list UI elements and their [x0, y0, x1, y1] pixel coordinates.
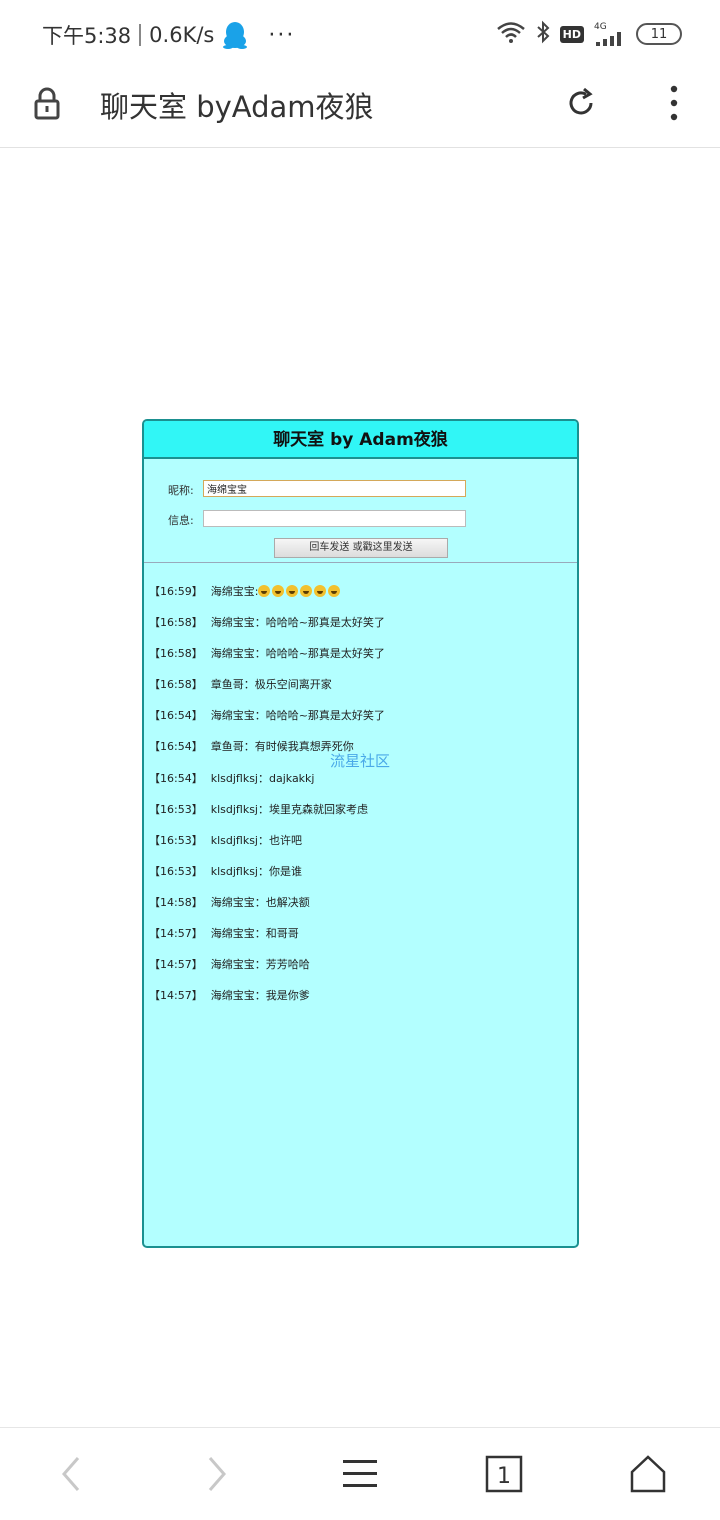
- chat-message: 【14:57】 海绵宝宝：芳芳哈哈: [144, 958, 577, 989]
- message-time: 【14:57】: [149, 958, 203, 972]
- chat-message: 【14:57】 海绵宝宝：和哥哥: [144, 927, 577, 958]
- message-list: 【16:59】 海绵宝宝: 【16:58】 海绵宝宝：哈哈哈~那真是太好笑了 【16:5…: [144, 563, 577, 1020]
- message-time: 【16:53】: [149, 833, 203, 847]
- menu-icon[interactable]: [340, 1454, 380, 1494]
- tabs-icon[interactable]: 1: [484, 1454, 524, 1494]
- network-type: 4G: [594, 22, 607, 32]
- back-arrow-icon[interactable]: [52, 1454, 92, 1494]
- message-input[interactable]: [203, 510, 466, 527]
- message-time: 【16:54】: [149, 740, 203, 754]
- cellular-signal-icon: 4G: [594, 22, 626, 46]
- message-text: klsdjflksj：dajkakkj: [210, 771, 315, 785]
- nickname-label: 昵称:: [168, 484, 194, 497]
- qq-penguin-icon: [222, 21, 248, 49]
- message-time: 【16:54】: [149, 709, 203, 723]
- chat-message: 【14:57】 海绵宝宝：我是你爹: [144, 989, 577, 1020]
- message-label: 信息:: [168, 514, 194, 527]
- message-time: 【16:58】: [149, 616, 203, 630]
- chat-message: 【16:58】 海绵宝宝：哈哈哈~那真是太好笑了: [144, 616, 577, 647]
- emoji-icon: [314, 585, 327, 597]
- page-title[interactable]: 聊天室 byAdam夜狼: [100, 84, 374, 126]
- message-text: klsdjflksj：你是谁: [210, 864, 302, 878]
- emoji-icon: [328, 585, 341, 597]
- more-notifications-icon: ···: [268, 22, 296, 48]
- message-time: 【16:54】: [149, 771, 203, 785]
- emoji-icon: [300, 585, 313, 597]
- forward-arrow-icon[interactable]: [196, 1454, 236, 1494]
- emoji-icon: [258, 585, 271, 597]
- watermark: 流星社区: [330, 752, 391, 770]
- message-text: 海绵宝宝：哈哈哈~那真是太好笑了: [210, 709, 385, 723]
- home-icon[interactable]: [628, 1454, 668, 1494]
- message-text: 海绵宝宝：我是你爹: [210, 989, 310, 1003]
- status-divider: [139, 24, 142, 46]
- message-text: 海绵宝宝:: [210, 585, 259, 598]
- message-time: 【16:53】: [149, 802, 203, 816]
- bluetooth-icon: [536, 20, 550, 48]
- chat-message: 【16:58】 海绵宝宝：哈哈哈~那真是太好笑了: [144, 647, 577, 678]
- message-text: 海绵宝宝：哈哈哈~那真是太好笑了: [210, 647, 385, 661]
- battery-level: 11: [650, 26, 668, 42]
- chat-message: 【16:54】 海绵宝宝：哈哈哈~那真是太好笑了: [144, 709, 577, 740]
- status-left: 下午5:38 0.6K/s ···: [42, 20, 295, 50]
- chat-message: 【16:53】 klsdjflksj：你是谁: [144, 865, 577, 896]
- browser-toolbar: 聊天室 byAdam夜狼: [0, 68, 720, 148]
- chat-message: 【16:53】 klsdjflksj：也许吧: [144, 834, 577, 865]
- chat-form: 昵称: 信息: 回车发送 或戳这里发送: [144, 459, 577, 563]
- reload-icon[interactable]: [564, 86, 598, 120]
- hd-voice-icon: HD: [559, 25, 584, 43]
- chat-message: 【16:54】 klsdjflksj：dajkakkj: [144, 772, 577, 803]
- more-menu-icon[interactable]: [660, 84, 688, 122]
- tab-count: 1: [497, 1464, 511, 1489]
- send-button[interactable]: 回车发送 或戳这里发送: [274, 538, 448, 558]
- message-text: klsdjflksj：也许吧: [210, 833, 302, 847]
- chat-header: 聊天室 by Adam夜狼: [144, 421, 577, 459]
- message-time: 【16:58】: [149, 647, 203, 661]
- message-text: 海绵宝宝：哈哈哈~那真是太好笑了: [210, 616, 385, 630]
- message-time: 【14:57】: [149, 989, 203, 1003]
- chat-message: 【16:53】 klsdjflksj：埃里克森就回家考虑: [144, 803, 577, 834]
- nickname-input[interactable]: [203, 480, 466, 497]
- battery-icon: 11: [636, 23, 682, 45]
- wifi-icon: [496, 21, 526, 47]
- chat-message: 【16:59】 海绵宝宝:: [144, 585, 577, 616]
- message-time: 【14:58】: [149, 895, 203, 909]
- message-time: 【16:58】: [149, 678, 203, 692]
- status-time: 下午5:38: [42, 24, 132, 48]
- message-text: 海绵宝宝：芳芳哈哈: [210, 958, 310, 972]
- message-time: 【14:57】: [149, 927, 203, 941]
- emoji-icon: [272, 585, 285, 597]
- message-time: 【16:53】: [149, 864, 203, 878]
- message-text: 章鱼哥：极乐空间离开家: [210, 678, 332, 692]
- network-speed: 0.6K/s: [149, 23, 215, 47]
- status-right: HD 4G 11: [496, 20, 682, 48]
- emoji-icon: [286, 585, 299, 597]
- message-time: 【16:59】: [149, 585, 203, 598]
- message-text: 海绵宝宝：也解决额: [210, 895, 310, 909]
- status-bar: 下午5:38 0.6K/s ··· HD 4G 11: [0, 0, 720, 68]
- bottom-navigation: 1: [0, 1427, 720, 1520]
- message-text: 海绵宝宝：和哥哥: [210, 927, 299, 941]
- chat-room: 聊天室 by Adam夜狼 昵称: 信息: 回车发送 或戳这里发送 【16:59…: [142, 419, 579, 1248]
- lock-icon[interactable]: [32, 86, 62, 120]
- chat-message: 【14:58】 海绵宝宝：也解决额: [144, 896, 577, 927]
- chat-message: 【16:58】 章鱼哥：极乐空间离开家: [144, 678, 577, 709]
- message-text: klsdjflksj：埃里克森就回家考虑: [210, 802, 368, 816]
